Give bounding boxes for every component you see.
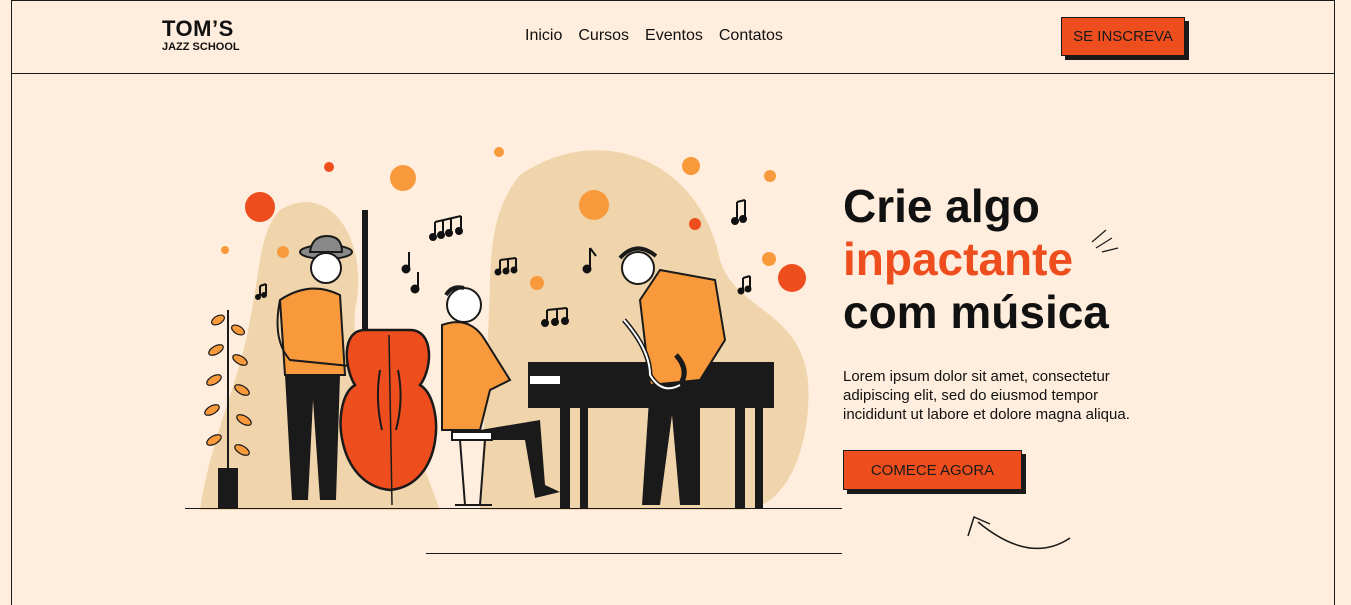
curved-arrow-icon	[967, 515, 1071, 550]
nav-item-contatos[interactable]: Contatos	[719, 27, 783, 45]
signup-button[interactable]: SE INSCREVA	[1061, 17, 1185, 56]
logo-subtitle: JAZZ SCHOOL	[162, 41, 240, 53]
hero-description: Lorem ipsum dolor sit amet, consectetur …	[843, 368, 1130, 423]
main-nav: Inicio Cursos Eventos Contatos	[525, 27, 783, 45]
hero-title-line1: Crie algo	[843, 180, 1040, 232]
site-header: TOM’S JAZZ SCHOOL Inicio Cursos Eventos …	[11, 0, 1335, 74]
logo[interactable]: TOM’S JAZZ SCHOOL	[162, 16, 240, 54]
ground-line	[185, 508, 842, 509]
nav-item-eventos[interactable]: Eventos	[645, 27, 703, 45]
hero-title: Crie algo inpactante com música	[843, 180, 1109, 339]
hero-title-line3: com música	[843, 286, 1109, 338]
nav-item-inicio[interactable]: Inicio	[525, 27, 562, 45]
sparkle-icon	[1091, 229, 1119, 253]
jazz-band-illustration	[200, 147, 809, 511]
nav-item-cursos[interactable]: Cursos	[578, 27, 629, 45]
start-now-button[interactable]: COMECE AGORA	[843, 450, 1022, 490]
divider-line	[426, 553, 842, 554]
hero-title-line2: inpactante	[843, 233, 1074, 285]
logo-title: TOM’S	[162, 16, 234, 41]
